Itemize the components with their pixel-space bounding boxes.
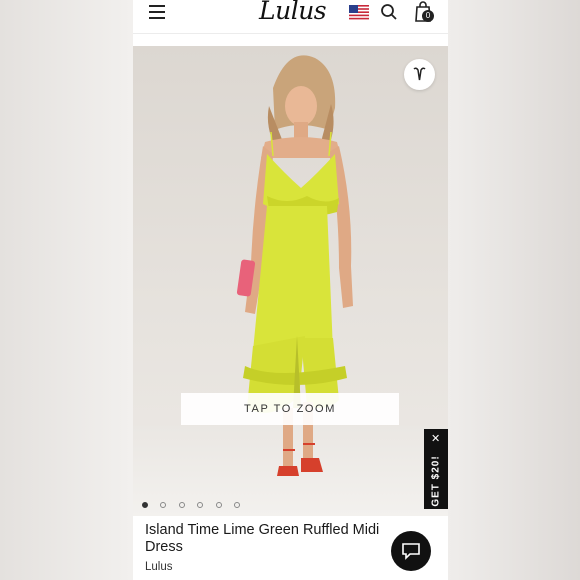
search-icon[interactable] <box>380 3 398 21</box>
carousel-dot-5[interactable] <box>215 502 222 508</box>
carousel-dot-4[interactable] <box>197 502 204 508</box>
site-logo[interactable]: Lulus <box>259 0 327 25</box>
tap-to-zoom-button[interactable]: TAP TO ZOOM <box>181 393 399 425</box>
chat-icon <box>402 543 420 560</box>
favorite-button[interactable] <box>404 59 435 90</box>
chat-button[interactable] <box>391 531 431 571</box>
background-right <box>448 0 580 580</box>
product-title: Island Time Lime Green Ruffled Midi Dres… <box>145 522 380 555</box>
carousel-dot-2[interactable] <box>160 502 167 508</box>
carousel-dot-6[interactable] <box>234 502 241 508</box>
promo-tab[interactable]: ✕ GET $20! <box>424 429 448 509</box>
menu-icon[interactable] <box>149 5 165 19</box>
carousel-dot-3[interactable] <box>178 502 185 508</box>
model-photo <box>236 55 353 476</box>
product-image-carousel[interactable]: TAP TO ZOOM <box>133 46 448 516</box>
carousel-dot-1[interactable] <box>142 502 148 508</box>
promo-close-icon[interactable]: ✕ <box>431 434 440 445</box>
us-flag-icon[interactable] <box>349 5 369 20</box>
top-nav-bar: Lulus 0 <box>133 0 448 34</box>
product-brand[interactable]: Lulus <box>145 561 173 573</box>
promo-label: GET $20! <box>430 455 442 507</box>
phone-screen: Lulus 0 TAP TO ZOOM ✕ GET $20! Island Ti… <box>133 0 448 580</box>
cart-count-badge: 0 <box>422 10 434 22</box>
heart-icon <box>413 67 426 81</box>
carousel-dots <box>142 502 248 510</box>
background-left <box>0 0 133 580</box>
